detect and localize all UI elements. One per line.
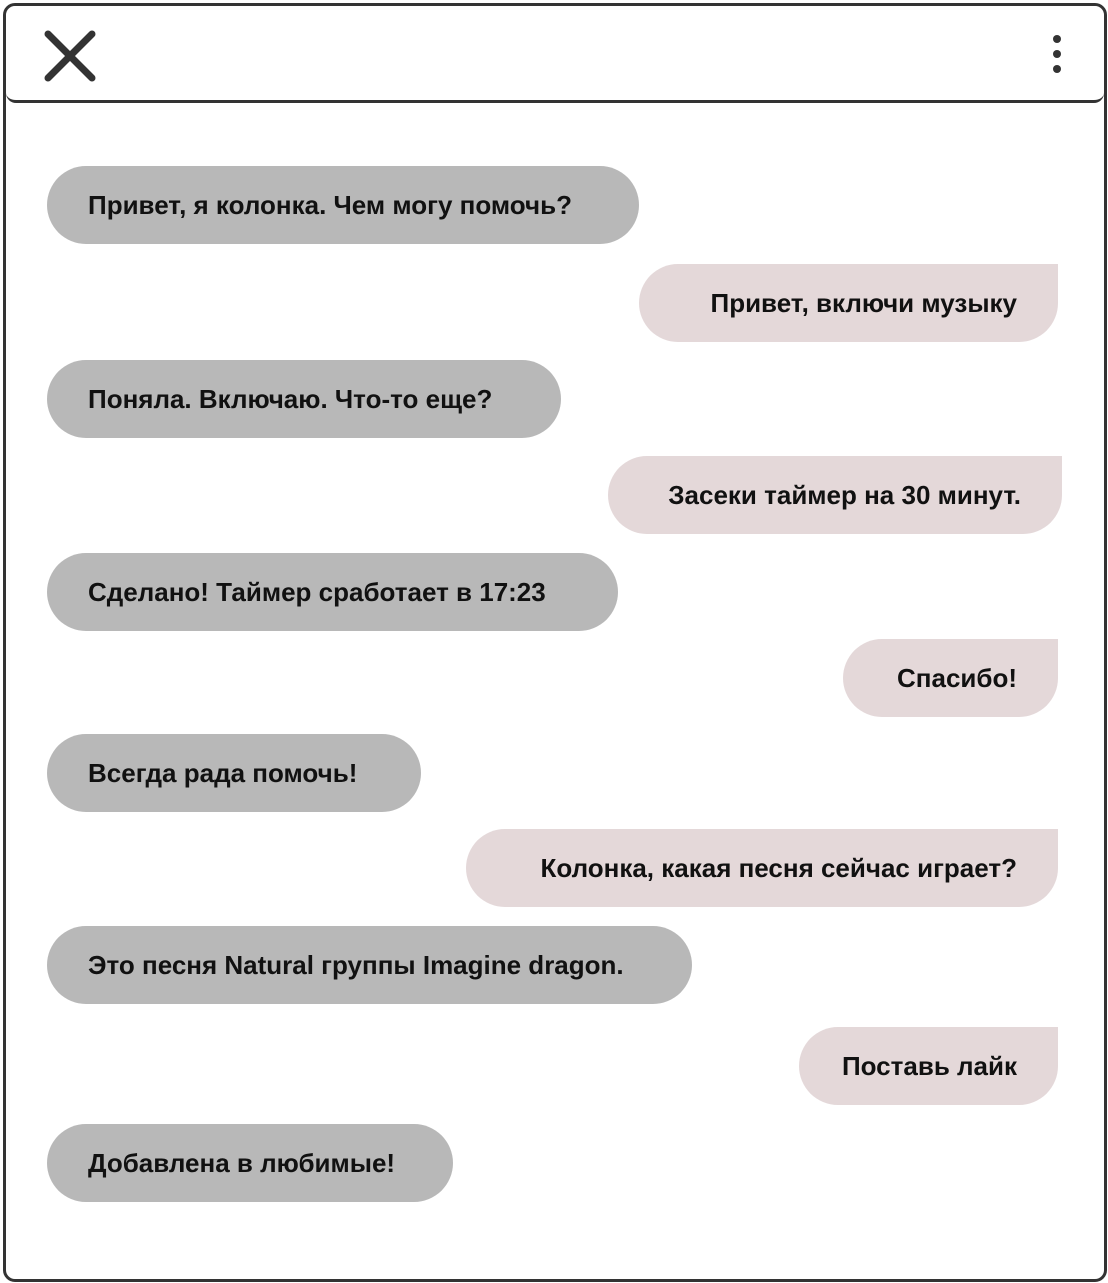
- user-message: Привет, включи музыку: [639, 264, 1058, 342]
- bot-message: Это песня Natural группы Imagine dragon.: [47, 926, 692, 1004]
- message-text: Поставь лайк: [841, 1050, 1017, 1081]
- user-message: Колонка, какая песня сейчас играет?: [466, 829, 1058, 907]
- message-text: Добавлена в любимые!: [88, 1147, 396, 1178]
- message-text: Колонка, какая песня сейчас играет?: [540, 852, 1017, 883]
- message-text: Засеки таймер на 30 минут.: [668, 479, 1021, 510]
- user-message: Спасибо!: [843, 639, 1058, 717]
- message-text: Поняла. Включаю. Что-то еще?: [88, 383, 493, 414]
- more-vertical-icon: [1053, 35, 1061, 73]
- message-text: Сделано! Таймер сработает в 17:23: [88, 576, 546, 607]
- bot-message: Всегда рада помочь!: [47, 734, 421, 812]
- bot-message: Привет, я колонка. Чем могу помочь?: [47, 166, 639, 244]
- more-options-button[interactable]: [1042, 32, 1072, 76]
- message-text: Всегда рада помочь!: [88, 757, 358, 788]
- user-message: Поставь лайк: [799, 1027, 1058, 1105]
- message-text: Привет, включи музыку: [710, 287, 1018, 318]
- bot-message: Сделано! Таймер сработает в 17:23: [47, 553, 618, 631]
- close-button[interactable]: [40, 26, 100, 86]
- chat-window: Привет, я колонка. Чем могу помочь? Прив…: [3, 3, 1107, 1282]
- chat-header: [6, 6, 1104, 103]
- bot-message: Поняла. Включаю. Что-то еще?: [47, 360, 561, 438]
- bot-message: Добавлена в любимые!: [47, 1124, 453, 1202]
- message-text: Привет, я колонка. Чем могу помочь?: [88, 189, 572, 220]
- close-icon: [44, 30, 96, 82]
- message-text: Спасибо!: [897, 662, 1017, 693]
- user-message: Засеки таймер на 30 минут.: [608, 456, 1062, 534]
- message-text: Это песня Natural группы Imagine dragon.: [88, 949, 624, 980]
